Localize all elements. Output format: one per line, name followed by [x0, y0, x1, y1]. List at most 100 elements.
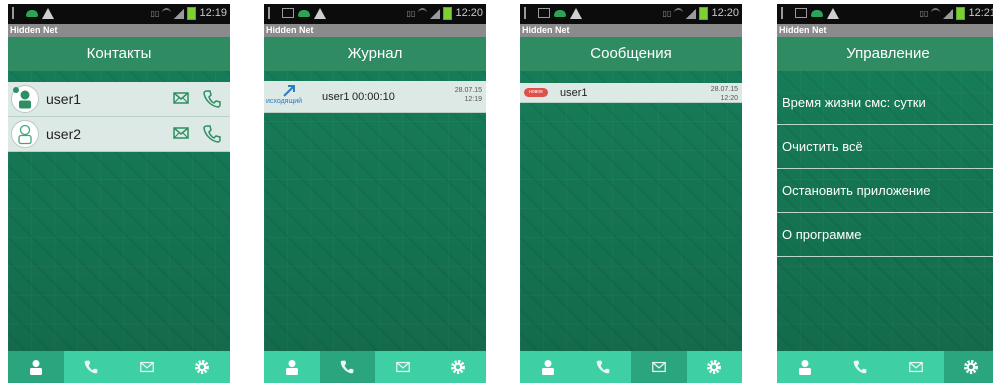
menu-item-stop-app[interactable]: Остановить приложение	[777, 169, 993, 213]
message-row[interactable]: новое user1 28.07.15 12:20	[520, 83, 742, 103]
screen-log: ▯▯ 12:20 Hidden Net Журнал исходящий use…	[264, 4, 486, 383]
gear-icon	[195, 360, 210, 374]
clock: 12:19	[199, 7, 227, 19]
status-bar: ▯▯ 12:20	[264, 4, 486, 24]
person-outline-icon	[18, 124, 32, 145]
avatar	[11, 85, 39, 113]
tab-contacts[interactable]	[520, 351, 576, 383]
network-icon: ▯▯	[919, 9, 929, 18]
page-title: Контакты	[8, 37, 230, 71]
envelope-icon	[651, 361, 666, 373]
message-date: 28.07.15	[710, 86, 738, 93]
call-duration: 00:00:10	[352, 91, 395, 103]
phone-icon	[853, 360, 867, 374]
phone-icon	[340, 360, 354, 374]
envelope-icon[interactable]	[172, 124, 190, 142]
tab-contacts[interactable]	[264, 351, 320, 383]
envelope-icon	[139, 361, 154, 373]
message-time: 12:20	[720, 95, 738, 102]
tab-messages[interactable]	[631, 351, 687, 383]
page-title: Журнал	[264, 37, 486, 71]
tab-calls[interactable]	[576, 351, 632, 383]
usb-icon	[268, 7, 278, 19]
envelope-icon	[395, 361, 410, 373]
contact-row[interactable]: user1	[8, 82, 230, 117]
signal-icon	[174, 8, 185, 19]
screen-contacts: ▯▯ 12:19 Hidden Net Контакты user1 user2	[8, 4, 230, 383]
menu-item-clear-all[interactable]: Очистить всё	[777, 125, 993, 169]
tab-messages[interactable]	[119, 351, 175, 383]
page-title: Управление	[777, 37, 993, 71]
status-bar: ▯▯ 12:19	[8, 4, 230, 24]
tab-contacts[interactable]	[777, 351, 833, 383]
usb-icon	[781, 7, 791, 19]
app-name: Hidden Net	[264, 24, 486, 37]
tab-settings[interactable]	[943, 351, 993, 383]
menu-item-about[interactable]: О программе	[777, 213, 993, 257]
signal-icon	[686, 8, 697, 19]
gear-icon	[451, 360, 466, 374]
clock: 12:20	[455, 7, 483, 19]
outgoing-arrow-icon	[283, 85, 295, 97]
phone-status-icon	[811, 9, 823, 17]
image-icon	[795, 8, 807, 18]
screen-management: ▯▯ 12:21 Hidden Net Управление Время жиз…	[777, 4, 993, 383]
tab-calls[interactable]	[319, 351, 375, 383]
call-direction: исходящий	[266, 98, 303, 105]
app-name: Hidden Net	[520, 24, 742, 37]
tab-settings[interactable]	[431, 351, 487, 383]
battery-icon	[699, 7, 709, 20]
status-bar: ▯▯ 12:21	[777, 4, 993, 24]
warning-icon	[42, 7, 54, 19]
phone-icon[interactable]	[202, 89, 222, 109]
tab-bar	[777, 351, 993, 383]
envelope-icon	[908, 361, 923, 373]
gear-icon	[707, 360, 722, 374]
phone-icon	[84, 360, 98, 374]
contact-name: user1	[46, 91, 82, 107]
tab-bar	[520, 351, 742, 383]
phone-icon[interactable]	[202, 124, 222, 144]
wifi-icon	[674, 8, 684, 19]
new-badge: новое	[524, 88, 548, 97]
tab-messages[interactable]	[375, 351, 431, 383]
page-title: Сообщения	[520, 37, 742, 71]
contacts-icon	[798, 360, 811, 375]
contacts-icon	[541, 360, 554, 375]
envelope-icon[interactable]	[172, 89, 190, 107]
battery-icon	[956, 7, 966, 20]
log-date: 28.07.15	[454, 87, 482, 94]
network-icon: ▯▯	[150, 9, 160, 18]
app-name: Hidden Net	[8, 24, 230, 37]
tab-calls[interactable]	[833, 351, 889, 383]
contacts-icon	[285, 360, 298, 375]
app-name: Hidden Net	[777, 24, 993, 37]
log-row[interactable]: исходящий user1 00:00:10 28.07.15 12:19	[264, 81, 486, 113]
tab-bar	[264, 351, 486, 383]
signal-icon	[430, 8, 441, 19]
wifi-icon	[931, 8, 941, 19]
tab-contacts[interactable]	[8, 351, 64, 383]
warning-icon	[570, 7, 582, 19]
warning-icon	[314, 7, 326, 19]
contact-row[interactable]: user2	[8, 117, 230, 152]
tab-settings[interactable]	[687, 351, 743, 383]
log-user: user1	[322, 91, 350, 103]
usb-icon	[12, 7, 22, 19]
tab-bar	[8, 351, 230, 383]
online-dot-icon	[13, 87, 19, 93]
message-user: user1	[560, 87, 588, 99]
phone-status-icon	[554, 9, 566, 17]
signal-icon	[943, 8, 954, 19]
usb-icon	[524, 7, 534, 19]
contact-name: user2	[46, 126, 82, 142]
menu-item-sms-lifetime[interactable]: Время жизни смс: сутки	[777, 81, 993, 125]
phone-status-icon	[26, 9, 38, 17]
tab-calls[interactable]	[64, 351, 120, 383]
tab-messages[interactable]	[888, 351, 944, 383]
tab-settings[interactable]	[175, 351, 231, 383]
clock: 12:21	[968, 7, 993, 19]
battery-icon	[443, 7, 453, 20]
status-bar: ▯▯ 12:20	[520, 4, 742, 24]
image-icon	[538, 8, 550, 18]
